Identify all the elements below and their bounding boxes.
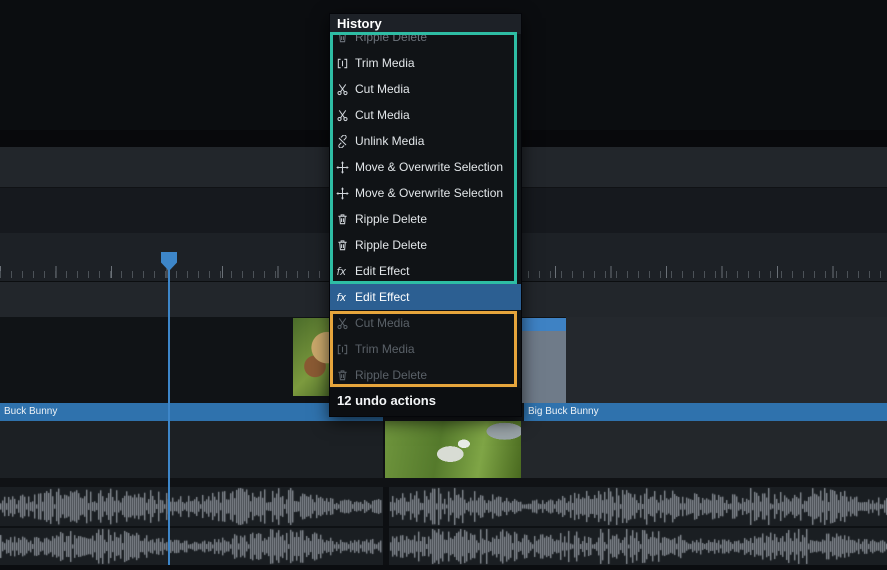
history-item-label: Cut Media <box>355 108 410 122</box>
trash-icon <box>336 213 349 226</box>
history-menu-items: Ripple Delete Trim Media Cut Media Cut M… <box>330 34 521 388</box>
history-item-label: Trim Media <box>355 56 415 70</box>
trash-icon <box>336 369 349 382</box>
fx-icon <box>336 265 349 278</box>
history-item-label: Move & Overwrite Selection <box>355 186 503 200</box>
history-item[interactable]: Cut Media <box>330 76 521 102</box>
history-menu-footer: 12 undo actions <box>330 388 521 416</box>
scissors-icon <box>336 109 349 122</box>
trash-icon <box>336 239 349 252</box>
video-clip-right-area[interactable] <box>566 317 887 403</box>
history-item-disabled[interactable]: Cut Media <box>330 310 521 336</box>
history-menu: History Ripple Delete Trim Media Cut Med… <box>329 13 522 417</box>
history-item[interactable]: Cut Media <box>330 102 521 128</box>
history-item-label: Ripple Delete <box>355 368 427 382</box>
trim-icon <box>336 57 349 70</box>
clip-title-right: Big Buck Bunny <box>524 403 887 421</box>
history-item-label: Move & Overwrite Selection <box>355 160 503 174</box>
bottom-strip <box>0 565 887 570</box>
history-item-disabled[interactable]: Trim Media <box>330 336 521 362</box>
audio-waveform-2[interactable] <box>0 528 887 565</box>
clip-title-bar-left[interactable]: Buck Bunny <box>0 403 383 421</box>
history-item[interactable]: Ripple Delete <box>330 206 521 232</box>
history-item-label: Cut Media <box>355 82 410 96</box>
history-item-label: Cut Media <box>355 316 410 330</box>
history-item[interactable]: Edit Effect <box>330 258 521 284</box>
trim-icon <box>336 343 349 356</box>
clip-segment-header <box>520 318 566 331</box>
clip-title-bar-right[interactable]: Big Buck Bunny <box>524 403 887 421</box>
fx-icon <box>336 291 349 304</box>
history-item-selected[interactable]: Edit Effect <box>330 284 521 310</box>
audio-track-2 <box>0 528 887 565</box>
history-item-label: Ripple Delete <box>355 212 427 226</box>
history-item[interactable]: Trim Media <box>330 50 521 76</box>
move-icon <box>336 187 349 200</box>
clip-boundary <box>383 487 389 565</box>
history-item-label: Edit Effect <box>355 264 409 278</box>
scissors-icon <box>336 317 349 330</box>
history-menu-title: History <box>330 14 521 34</box>
clip-title-left: Buck Bunny <box>0 403 383 421</box>
audio-waveform-1[interactable] <box>0 487 887 526</box>
audio-track-1 <box>0 487 887 526</box>
clip-boundary <box>383 421 385 478</box>
move-icon <box>336 161 349 174</box>
history-item-label: Ripple Delete <box>355 238 427 252</box>
history-item[interactable]: Move & Overwrite Selection <box>330 180 521 206</box>
history-item-label: Edit Effect <box>355 290 409 304</box>
video-clip-right-area-2[interactable] <box>521 421 887 478</box>
clip-segment[interactable] <box>520 318 566 403</box>
history-item-disabled[interactable]: Ripple Delete <box>330 362 521 388</box>
clip-thumbnail-2[interactable] <box>385 421 521 478</box>
history-item[interactable]: Move & Overwrite Selection <box>330 154 521 180</box>
history-item[interactable]: Ripple Delete <box>330 34 521 50</box>
unlink-icon <box>336 135 349 148</box>
history-item-label: Ripple Delete <box>355 34 427 44</box>
scissors-icon <box>336 83 349 96</box>
history-item-label: Unlink Media <box>355 134 424 148</box>
playhead-line[interactable] <box>168 270 170 565</box>
history-item[interactable]: Unlink Media <box>330 128 521 154</box>
video-editor-window: 0:00:00:01 ] 0x 1+2 ↺ <box>0 0 887 570</box>
track-spacer <box>0 478 887 487</box>
history-item-label: Trim Media <box>355 342 415 356</box>
trash-icon <box>336 34 349 44</box>
history-item[interactable]: Ripple Delete <box>330 232 521 258</box>
